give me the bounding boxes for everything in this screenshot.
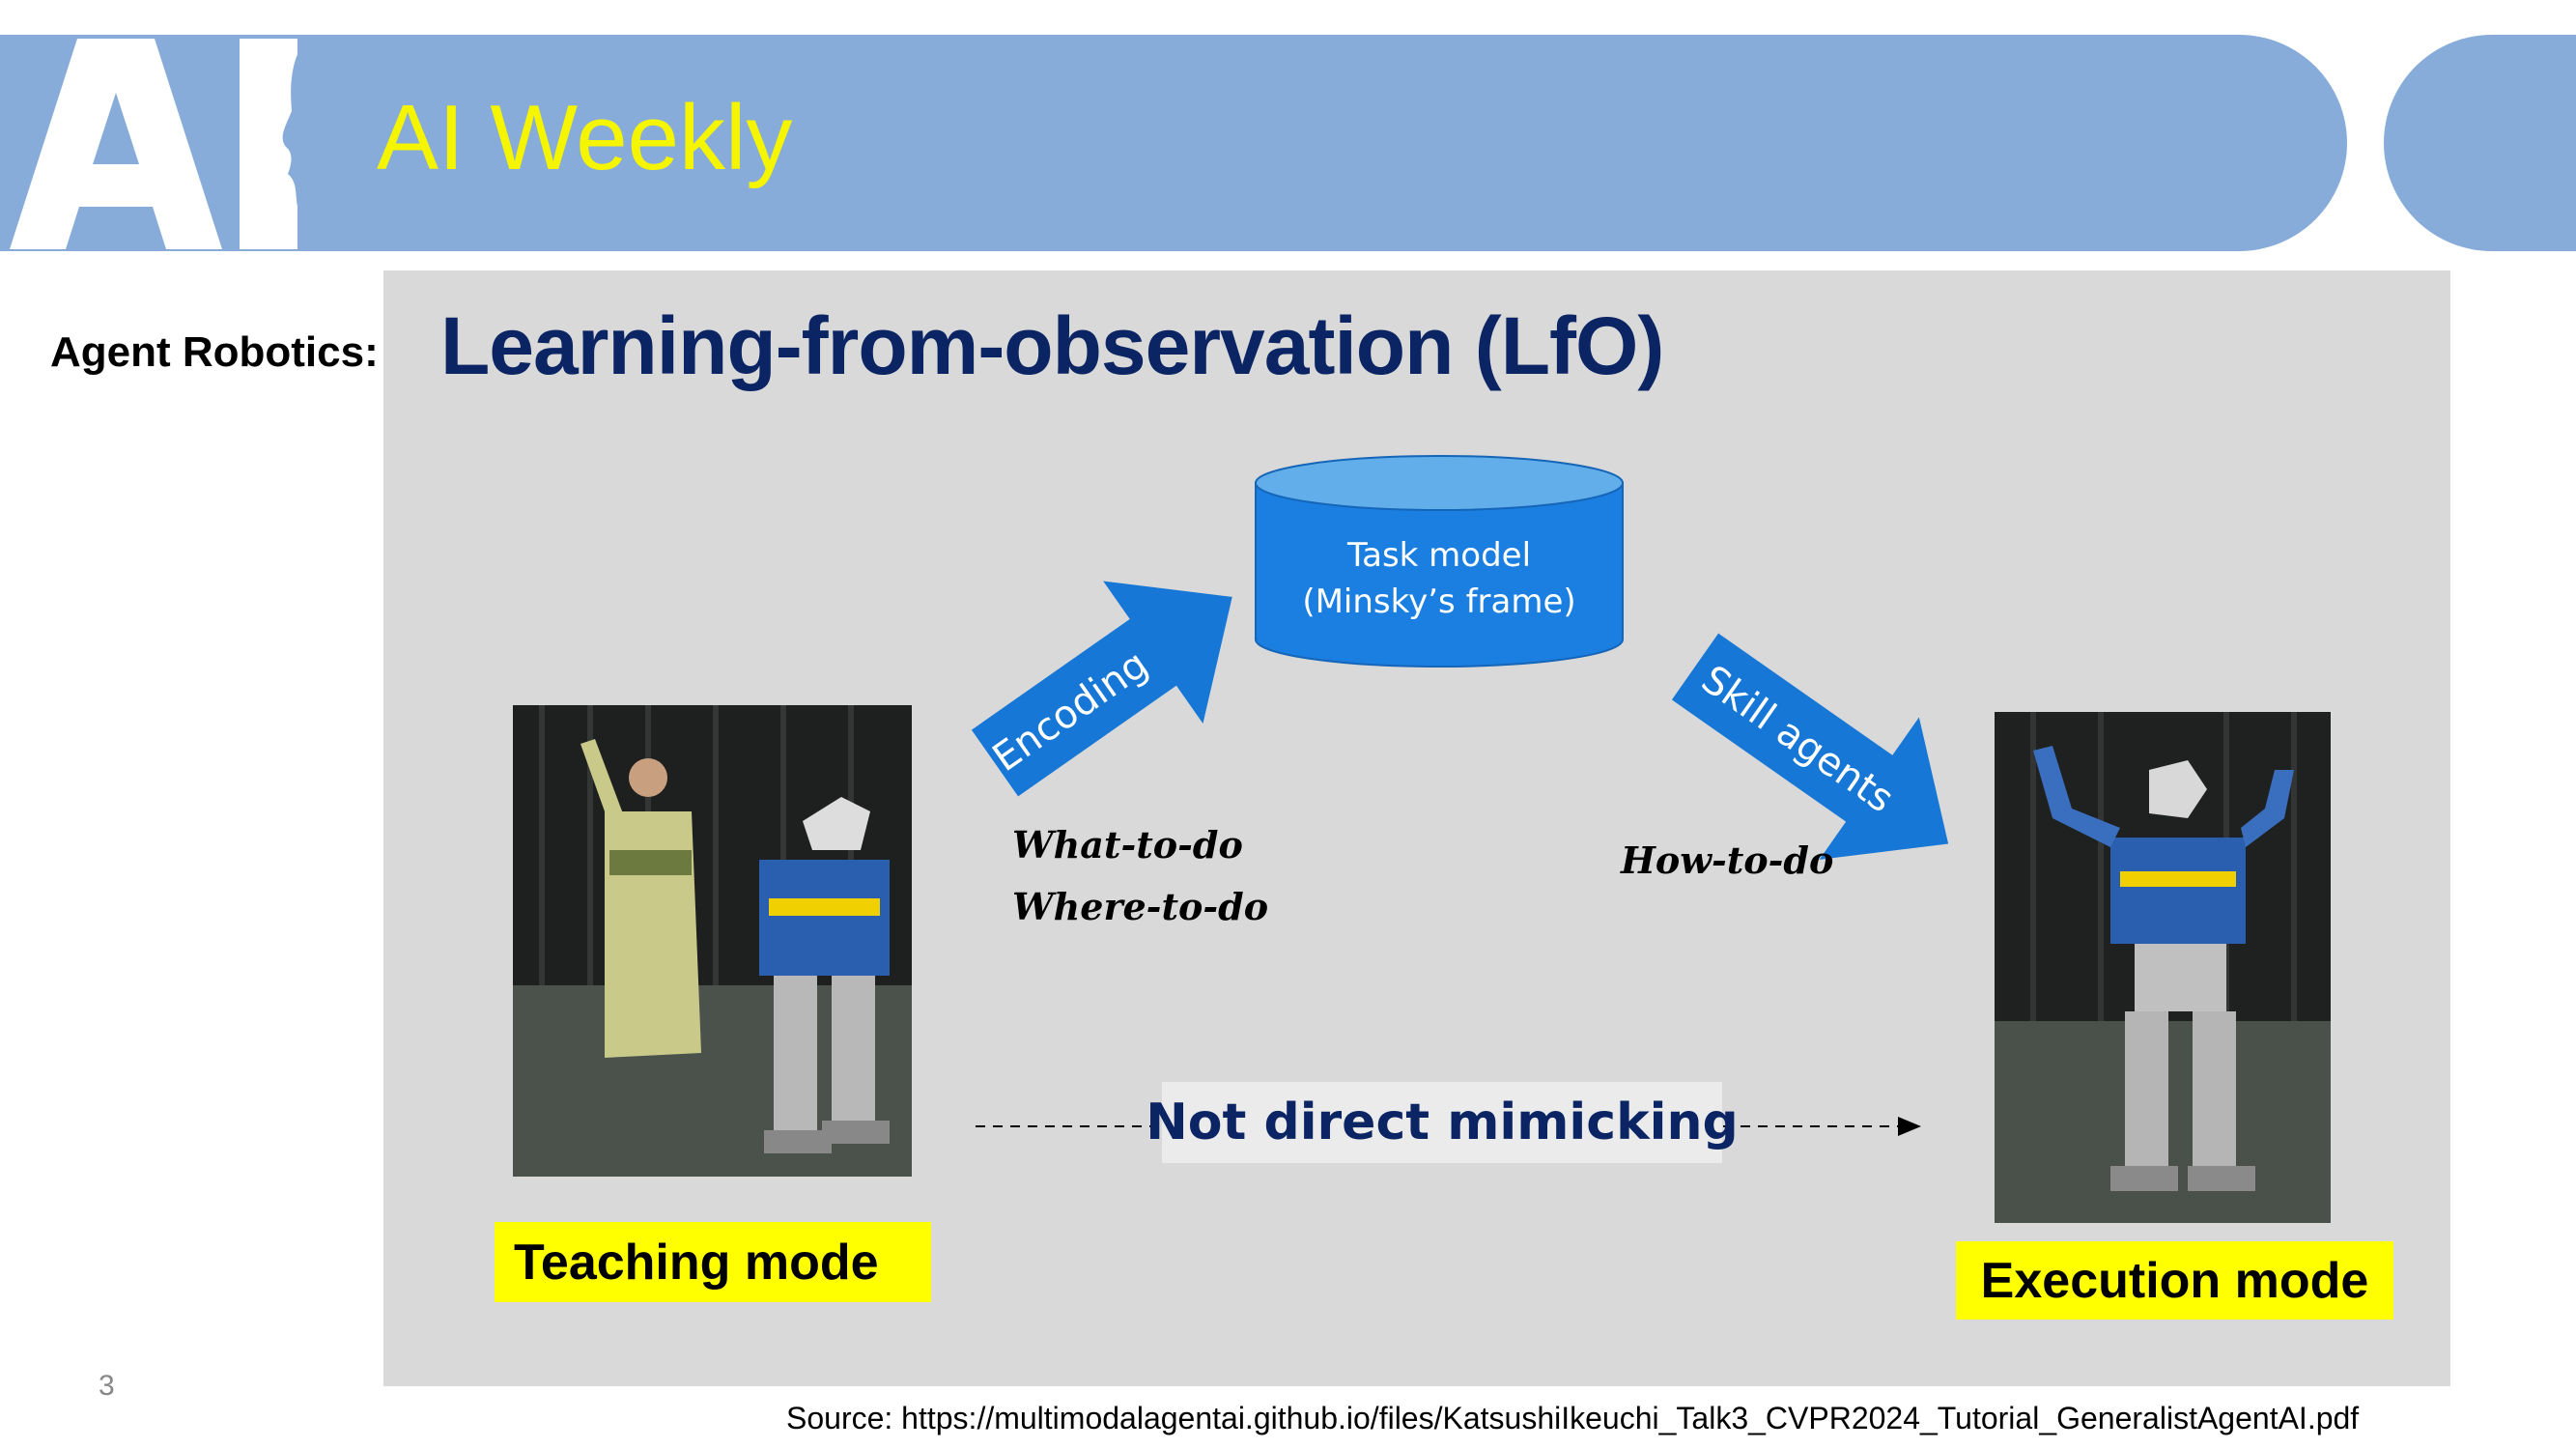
encoding-arrow: Encoding [971, 581, 1232, 797]
page-number: 3 [99, 1370, 115, 1402]
execution-photo [1995, 712, 2331, 1223]
task-model-line1: Task model [1346, 536, 1531, 575]
where-to-do-text: Where-to-do [1012, 885, 1269, 928]
skill-agents-label: Skill agents [1693, 657, 1902, 821]
teaching-photo [513, 705, 912, 1177]
what-to-do-text: What-to-do [1012, 823, 1243, 867]
not-direct-mimicking-label: Not direct mimicking [1146, 1082, 1739, 1163]
source-citation: Source: https://multimodalagentai.github… [786, 1401, 2360, 1435]
teaching-mode-label: Teaching mode [495, 1222, 931, 1302]
how-to-do-text: How-to-do [1621, 838, 1834, 882]
task-model-line2: (Minsky’s frame) [1302, 582, 1575, 621]
task-model-cylinder: Task model (Minsky’s frame) [1255, 455, 1624, 668]
execution-mode-label: Execution mode [1956, 1241, 2393, 1320]
